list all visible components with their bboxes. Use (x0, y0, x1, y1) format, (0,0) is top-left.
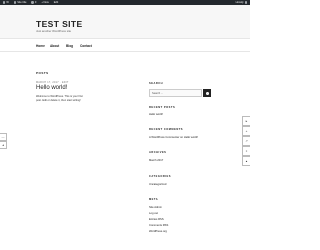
meta-link-comments-rss[interactable]: Comments RSS (149, 224, 168, 227)
post-meta[interactable]: MARCH 17, 2017 · EDIT (36, 81, 69, 84)
nav-item-contact[interactable]: Contact (80, 44, 92, 48)
left-collapse-button[interactable]: ◂ (0, 141, 7, 149)
left-panel-toggle[interactable]: ⋯ (0, 133, 7, 141)
post-title[interactable]: Hello world! (36, 85, 67, 91)
site-header: TEST SITE Just another WordPress site (0, 5, 250, 38)
nav-item-about[interactable]: About (50, 44, 59, 48)
avatar (244, 1, 247, 4)
right-toolbar-button[interactable]: × (242, 146, 250, 156)
caret-left-icon: ◂ (2, 143, 4, 147)
widget-title-recent-posts: RECENT POSTS (149, 106, 176, 109)
wordpress-logo-icon (3, 1, 6, 4)
right-toolbar-button[interactable]: ▸ (242, 116, 250, 126)
right-toolbar-button[interactable]: ↗ (242, 136, 250, 146)
site-title[interactable]: TEST SITE (36, 19, 83, 29)
caret-up-icon: ▴ (245, 159, 248, 163)
comment-icon (31, 1, 34, 4)
meta-link-entries-rss[interactable]: Entries RSS (149, 218, 164, 221)
meta-link-wordpress-org[interactable]: WordPress.org (149, 230, 167, 233)
search-input[interactable]: Search ... (149, 89, 202, 97)
meta-link-site-admin[interactable]: Site Admin (149, 206, 162, 209)
right-toolbar-button[interactable]: + (242, 126, 250, 136)
page-title: POSTS (36, 71, 49, 75)
plus-icon: + (245, 129, 248, 133)
meta-link-log-out[interactable]: Log out (149, 212, 158, 215)
recent-post-link[interactable]: Hello world! (149, 113, 163, 116)
widget-title-recent-comments: RECENT COMMENTS (149, 128, 184, 131)
ellipsis-icon: ⋯ (1, 135, 5, 139)
category-link[interactable]: Uncategorized (149, 183, 166, 186)
x-icon: × (245, 149, 248, 153)
nav-item-home[interactable]: Home (36, 44, 45, 48)
right-toolbar-button[interactable]: ▴ (242, 156, 250, 166)
post-excerpt: Welcome to WordPress. This is your first… (36, 95, 83, 102)
right-toolbar: ▸ + ↗ × ▴ (242, 116, 250, 166)
arrow-icon: ↗ (245, 139, 248, 143)
search-icon (205, 91, 209, 95)
recent-comment-link[interactable]: A WordPress Commenter on Hello world! (149, 136, 198, 139)
nav-item-blog[interactable]: Blog (66, 44, 73, 48)
search-button[interactable] (203, 89, 211, 97)
widget-title-categories: CATEGORIES (149, 175, 171, 178)
home-icon (13, 1, 17, 4)
primary-navigation: Home About Blog Contact (0, 38, 250, 52)
widget-title-meta: META (149, 198, 159, 201)
widget-title-search: SEARCH (149, 82, 163, 85)
widget-title-archives: ARCHIVES (149, 151, 167, 154)
site-tagline: Just another WordPress site (36, 29, 72, 33)
archive-link[interactable]: March 2017 (149, 159, 163, 162)
caret-right-icon: ▸ (245, 119, 248, 123)
